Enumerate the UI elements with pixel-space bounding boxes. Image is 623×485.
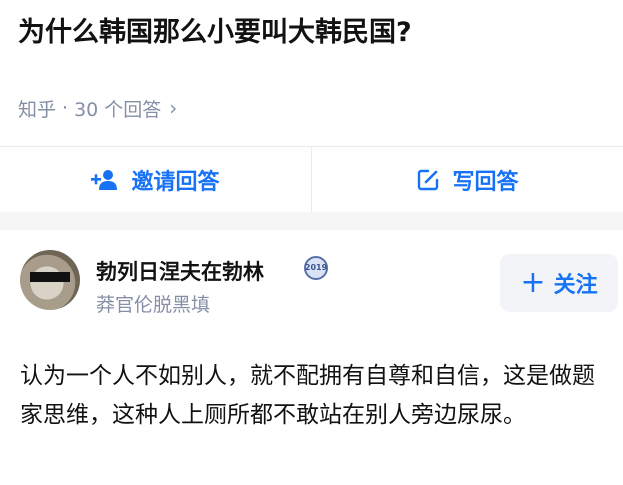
chevron-right-icon: › (169, 96, 178, 120)
question-title: 为什么韩国那么小要叫大韩民国? (18, 17, 412, 48)
answer-count[interactable]: 30 个回答 (74, 95, 161, 122)
meta-separator: · (62, 97, 69, 119)
question-meta[interactable]: 知乎 · 30 个回答 › (18, 94, 177, 122)
year-badge-icon: 2019 (304, 256, 328, 280)
invite-answer-button[interactable]: 邀请回答 (0, 147, 311, 213)
write-answer-button[interactable]: 写回答 (312, 147, 623, 213)
edit-icon (418, 169, 439, 191)
follow-button[interactable]: + 关注 (500, 254, 618, 312)
source-label: 知乎 (18, 98, 57, 121)
write-answer-label: 写回答 (452, 170, 519, 195)
section-divider (0, 212, 623, 230)
answer-card: 勃列日涅夫在勃林 2019 莽官伦脱黑填 + 关注 认为一个人不如别人，就不配拥… (0, 230, 623, 485)
avatar-censor-bar (30, 272, 70, 282)
answer-content[interactable]: 认为一个人不如别人，就不配拥有自尊和自信，这是做题家思维，这种人上厕所都不敢站在… (20, 357, 610, 435)
invite-answer-label: 邀请回答 (131, 170, 220, 195)
author-name[interactable]: 勃列日涅夫在勃林 (96, 256, 264, 286)
add-user-icon (91, 170, 118, 190)
avatar[interactable] (20, 250, 80, 310)
author-bio: 莽官伦脱黑填 (96, 294, 211, 316)
follow-label: 关注 (553, 273, 598, 298)
action-bar: 邀请回答 写回答 (0, 146, 623, 213)
plus-icon: + (520, 265, 546, 300)
